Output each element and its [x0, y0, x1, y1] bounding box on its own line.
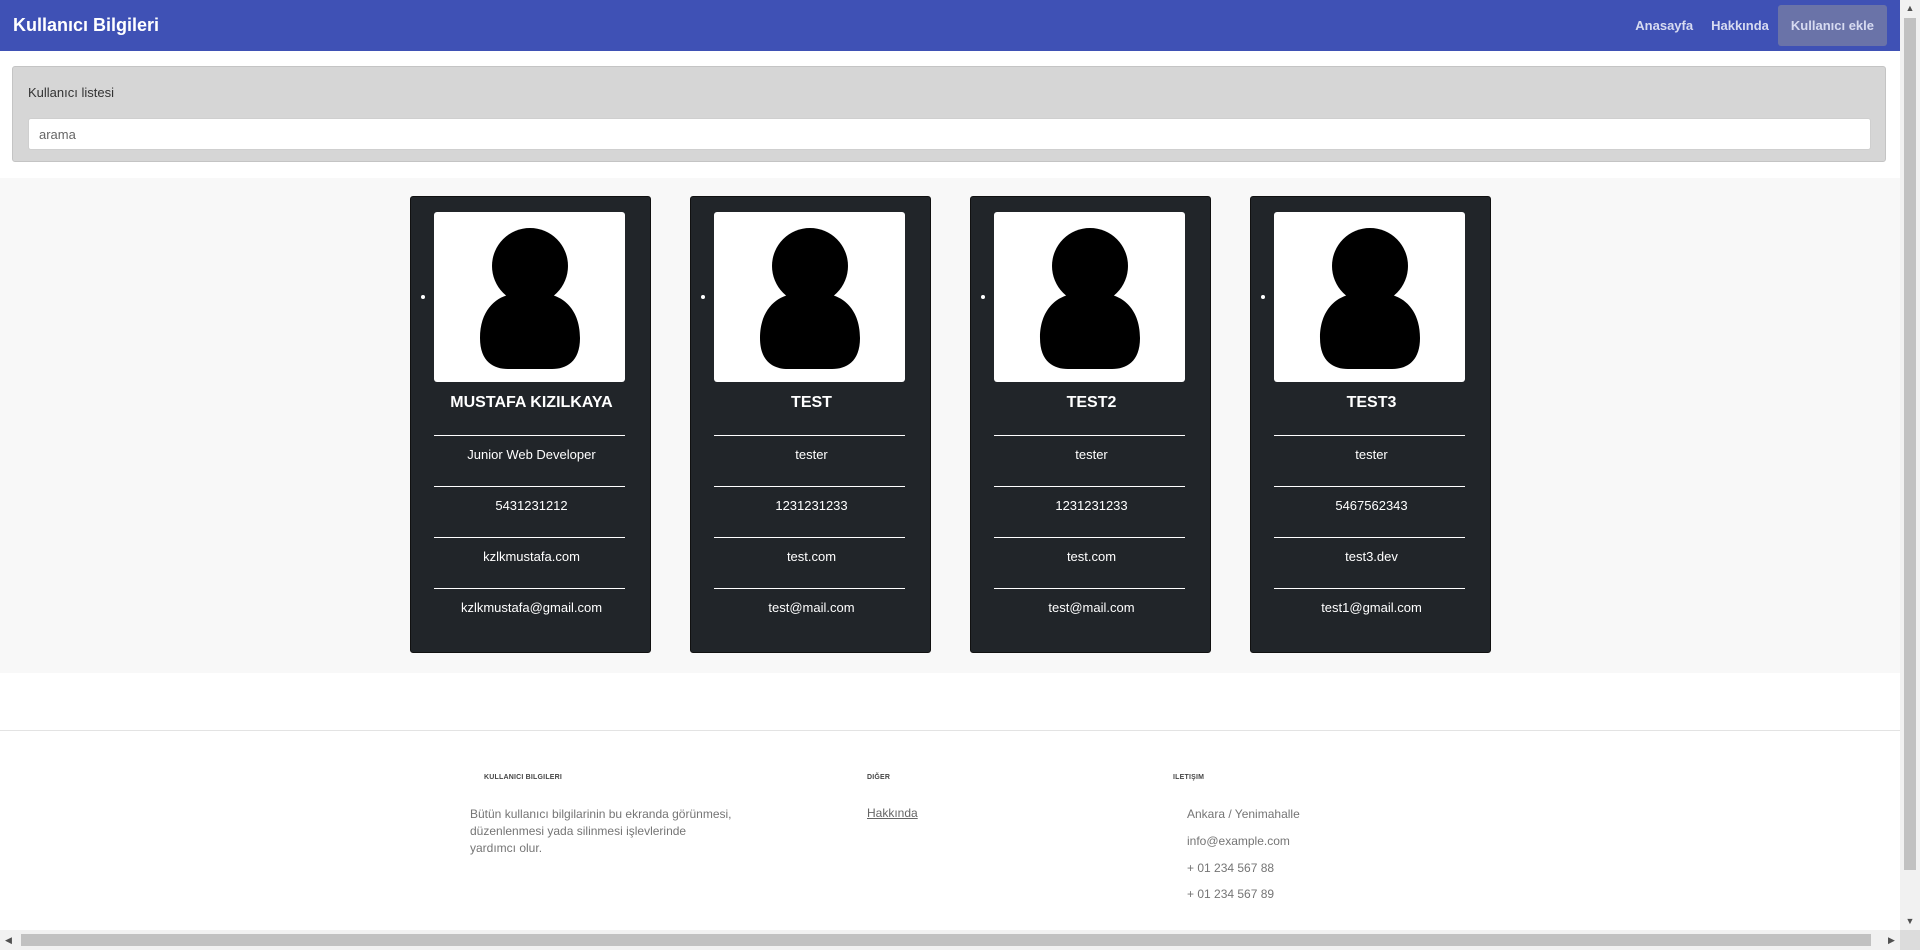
user-phone: 5467562343: [1335, 498, 1408, 513]
arrow-down-icon[interactable]: ▼: [1900, 913, 1920, 930]
arrow-up-icon[interactable]: ▲: [1900, 0, 1920, 17]
horizontal-scroll-thumb[interactable]: [21, 934, 1871, 946]
user-silhouette-icon: [1320, 222, 1420, 369]
user-website: test.com: [1066, 549, 1117, 564]
divider: [714, 537, 905, 538]
footer-about-line-3: yardımcı olur.: [470, 841, 543, 855]
user-email: test@mail.com: [1048, 600, 1135, 615]
user-name: TEST3: [1346, 394, 1397, 411]
divider: [1274, 486, 1465, 487]
top-navbar: Kullanıcı Bilgileri Anasayfa Hakkında Ku…: [0, 0, 1900, 51]
footer-about-line-1: Bütün kullanıcı bilgilarinin bu ekranda …: [470, 807, 732, 821]
cards-section: [0, 178, 1900, 673]
user-job-title: tester: [1355, 447, 1388, 462]
footer-address: Ankara / Yenimahalle: [1187, 807, 1300, 821]
footer-phone-1: + 01 234 567 88: [1187, 861, 1275, 875]
app-viewport: Kullanıcı Bilgileri Anasayfa Hakkında Ku…: [0, 0, 1900, 930]
search-input[interactable]: [28, 118, 1871, 150]
divider: [994, 486, 1185, 487]
avatar: [714, 212, 905, 382]
list-bullet: [981, 295, 985, 299]
user-phone: 1231231233: [1055, 498, 1128, 513]
divider: [434, 435, 625, 436]
user-card: TEST tester 1231231233 test.com test@mai…: [690, 196, 931, 653]
user-list-panel: Kullanıcı listesi: [12, 66, 1886, 162]
nav-about-link[interactable]: Hakkında: [1702, 5, 1778, 46]
divider: [434, 537, 625, 538]
nav-home-link[interactable]: Anasayfa: [1626, 5, 1702, 46]
user-email: test1@gmail.com: [1321, 600, 1422, 615]
user-job-title: Junior Web Developer: [467, 447, 596, 462]
nav-menu: Anasayfa Hakkında Kullanıcı ekle: [1626, 5, 1887, 46]
divider: [714, 588, 905, 589]
footer-about-heading: KULLANICI BILGILERI: [484, 774, 563, 781]
panel-title: Kullanıcı listesi: [28, 85, 114, 100]
divider: [994, 537, 1185, 538]
user-card: TEST2 tester 1231231233 test.com test@ma…: [970, 196, 1211, 653]
footer-contact-heading: ILETIŞIM: [1173, 774, 1205, 781]
brand-title[interactable]: Kullanıcı Bilgileri: [13, 15, 159, 36]
vertical-scroll-thumb[interactable]: [1904, 18, 1916, 870]
scrollbar-corner: [1900, 930, 1920, 950]
avatar: [994, 212, 1185, 382]
user-job-title: tester: [795, 447, 828, 462]
user-website: test.com: [786, 549, 837, 564]
horizontal-scrollbar[interactable]: ◀ ▶: [0, 930, 1900, 950]
vertical-scrollbar[interactable]: ▲ ▼: [1900, 0, 1920, 930]
divider: [994, 435, 1185, 436]
user-phone: 5431231212: [495, 498, 568, 513]
user-website: kzlkmustafa.com: [483, 549, 580, 564]
user-name: TEST: [791, 394, 832, 411]
user-phone: 1231231233: [775, 498, 848, 513]
user-silhouette-icon: [480, 222, 580, 369]
user-card: TEST3 tester 5467562343 test3.dev test1@…: [1250, 196, 1491, 653]
divider: [994, 588, 1185, 589]
footer-phone-2: + 01 234 567 89: [1187, 887, 1275, 901]
nav-add-user-link[interactable]: Kullanıcı ekle: [1777, 5, 1887, 46]
divider: [1274, 537, 1465, 538]
user-name: TEST2: [1066, 394, 1117, 411]
divider: [434, 588, 625, 589]
user-name: MUSTAFA KIZILKAYA: [450, 394, 613, 411]
footer-other-heading: DIĞER: [867, 774, 891, 781]
footer-about-link[interactable]: Hakkında: [867, 806, 918, 820]
arrow-right-icon[interactable]: ▶: [1883, 930, 1900, 950]
user-silhouette-icon: [760, 222, 860, 369]
divider: [714, 435, 905, 436]
divider: [714, 486, 905, 487]
list-bullet: [421, 295, 425, 299]
user-website: test3.dev: [1345, 549, 1398, 564]
user-job-title: tester: [1075, 447, 1108, 462]
user-email: test@mail.com: [768, 600, 855, 615]
avatar: [434, 212, 625, 382]
footer-divider: [0, 730, 1900, 731]
list-bullet: [701, 295, 705, 299]
avatar: [1274, 212, 1465, 382]
arrow-left-icon[interactable]: ◀: [0, 930, 17, 950]
divider: [434, 486, 625, 487]
user-silhouette-icon: [1040, 222, 1140, 369]
list-bullet: [1261, 295, 1265, 299]
footer-email: info@example.com: [1187, 834, 1290, 848]
user-card: MUSTAFA KIZILKAYA Junior Web Developer 5…: [410, 196, 651, 653]
footer-about-line-2: düzenlenmesi yada silinmesi işlevlerinde: [470, 824, 687, 838]
divider: [1274, 588, 1465, 589]
divider: [1274, 435, 1465, 436]
user-email: kzlkmustafa@gmail.com: [460, 600, 603, 615]
